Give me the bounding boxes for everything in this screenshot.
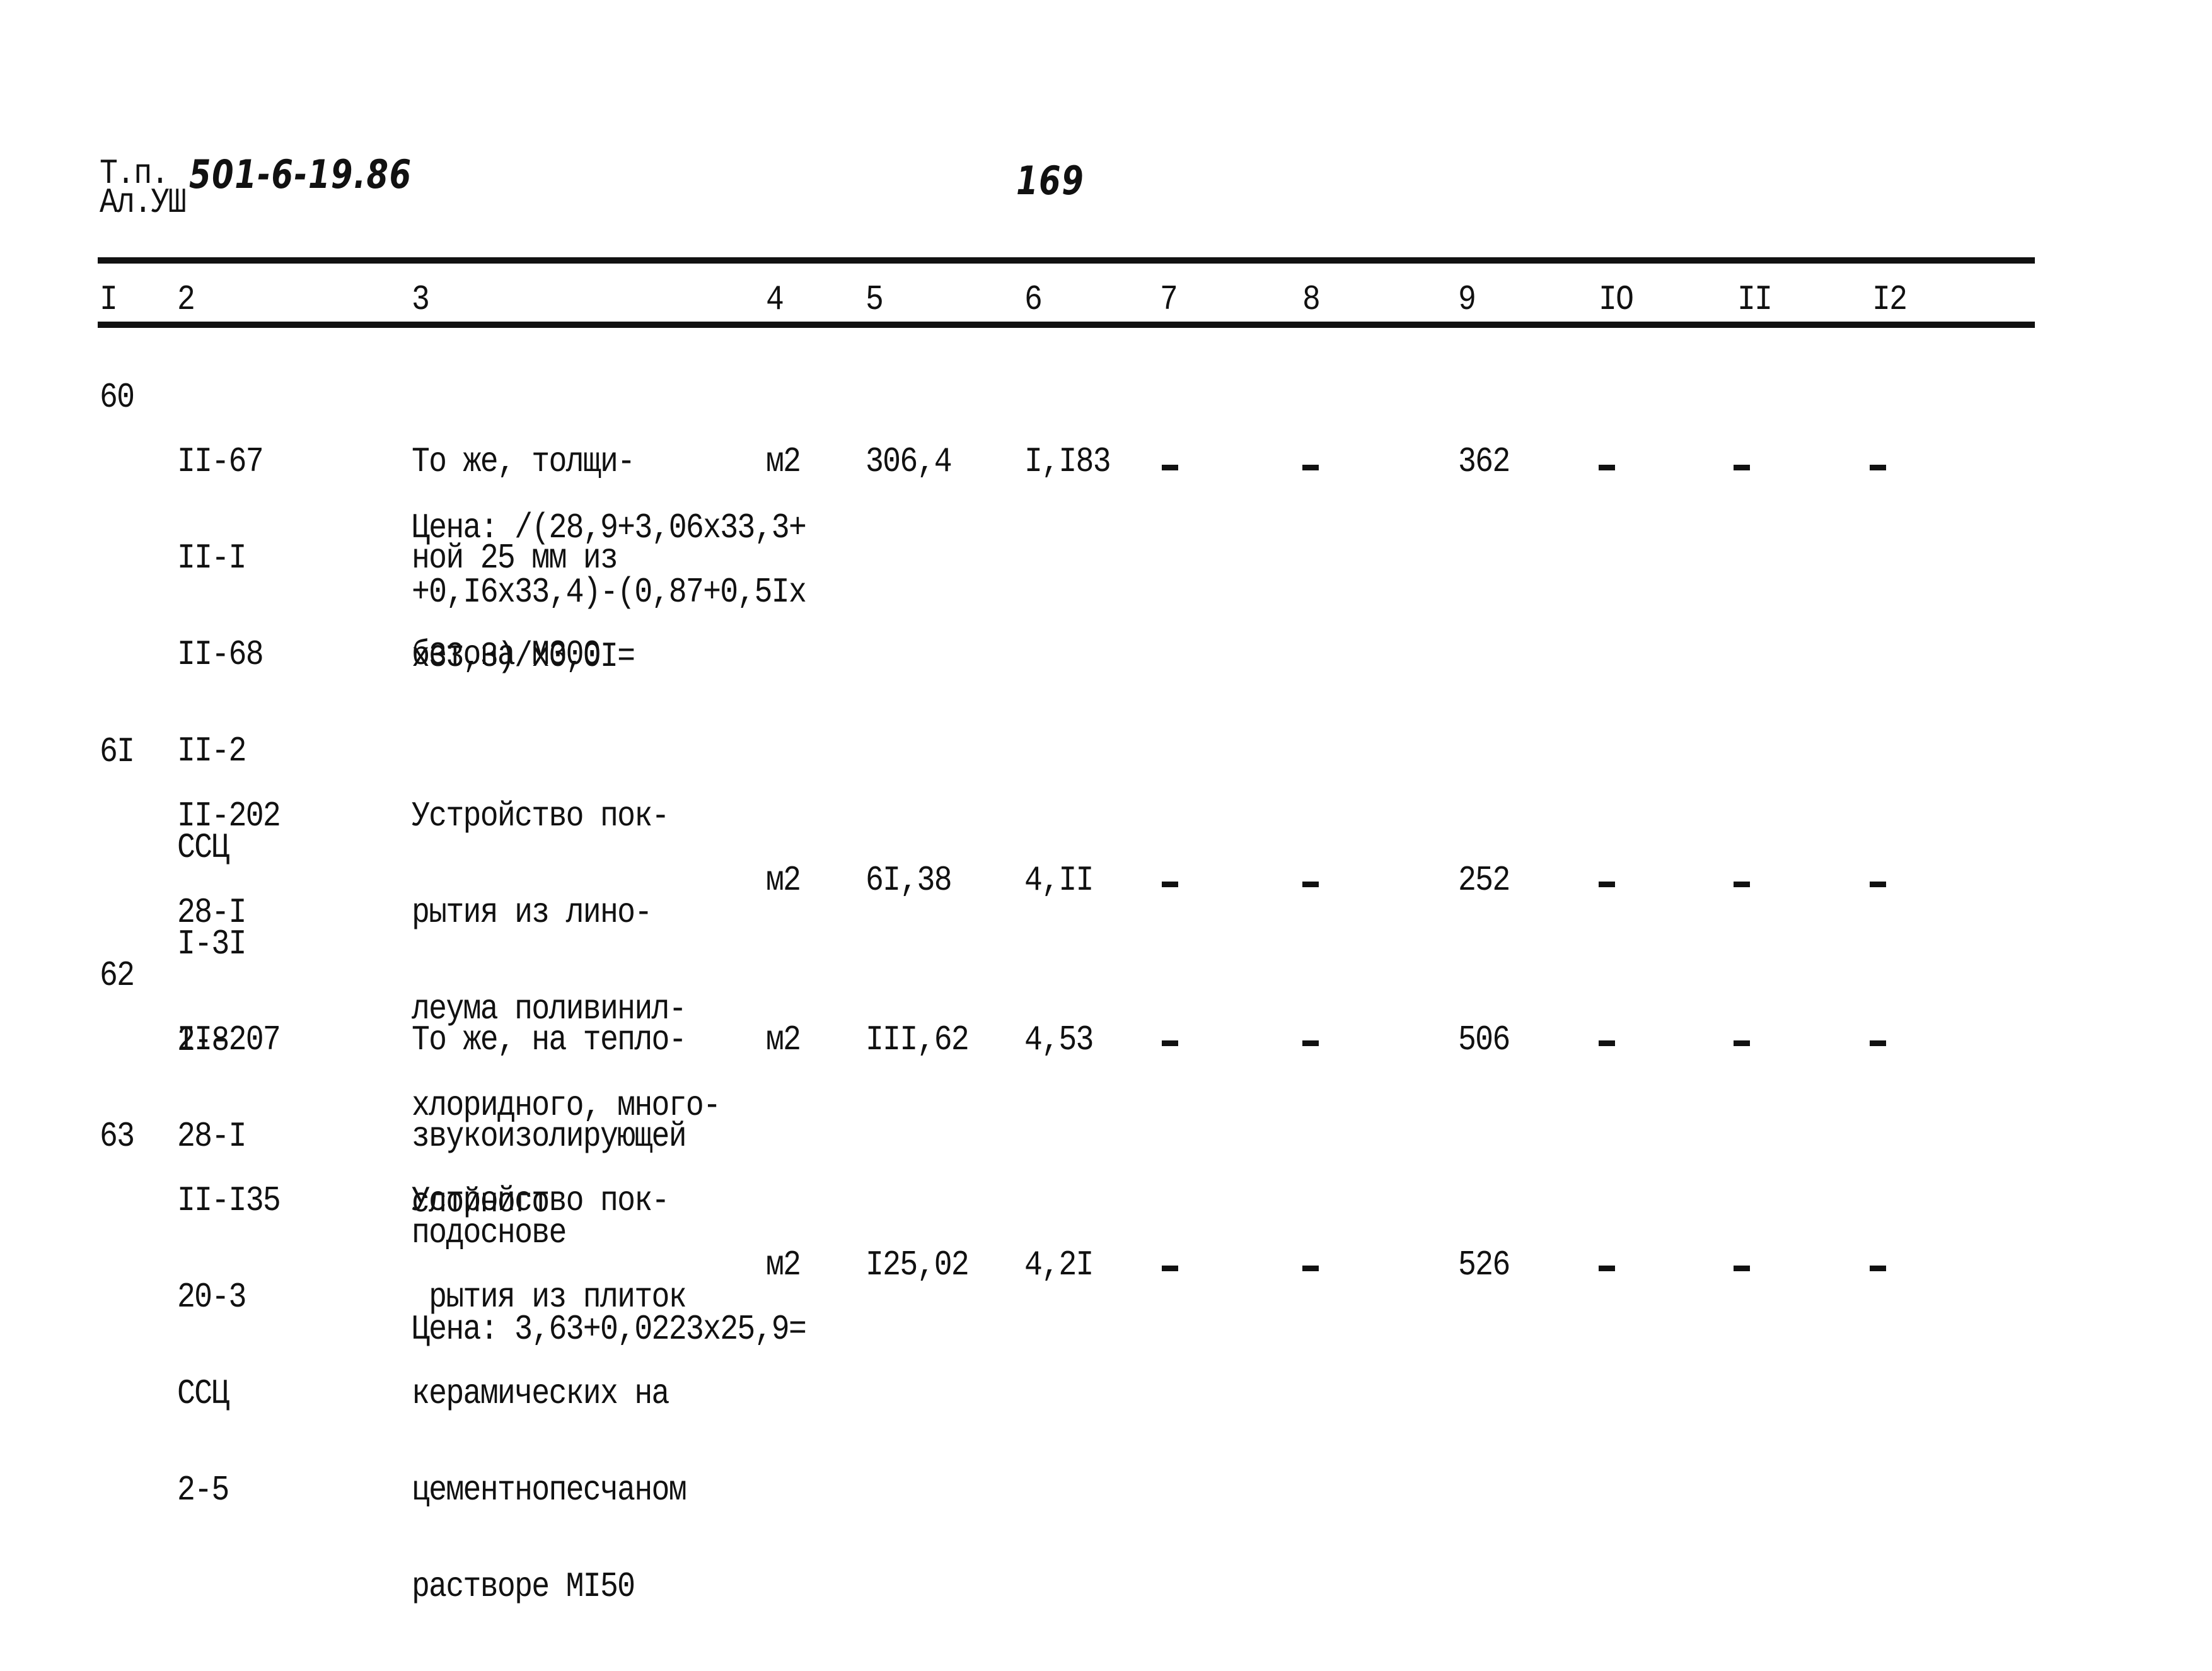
col7-dash <box>1162 1266 1178 1271</box>
price-note: Цена: /(28,9+3,06х33,3+ <box>412 508 807 548</box>
column-header: 2 <box>177 279 195 320</box>
code: 28-I <box>177 892 246 933</box>
quantity: 6I,38 <box>866 860 953 900</box>
column-header: 7 <box>1160 279 1178 320</box>
row-codes: II-202 28-I <box>177 736 281 993</box>
description-line: растворе МI50 <box>412 1566 635 1607</box>
col12-dash <box>1870 465 1886 470</box>
col10-dash <box>1599 1266 1615 1271</box>
code: II-68 <box>177 634 264 675</box>
column-header: 9 <box>1458 279 1476 320</box>
table-top-rule <box>98 257 2035 264</box>
col9-value: 506 <box>1458 1020 1510 1060</box>
row-description: То же, толщи- ной 25 мм из бетона М300 <box>412 381 635 735</box>
row-codes: II-I35 20-3 ССЦ 2-5 <box>177 1121 281 1571</box>
code: 20-3 <box>177 1277 246 1317</box>
code: 2-5 <box>177 1470 229 1510</box>
col10-dash <box>1599 1040 1615 1046</box>
col6-value: 4,II <box>1024 860 1094 900</box>
col12-dash <box>1870 882 1886 887</box>
col12-dash <box>1870 1266 1886 1271</box>
description-line: Устройство пок- <box>412 1180 669 1221</box>
col12-dash <box>1870 1040 1886 1046</box>
description-line: Устройство пок- <box>412 796 669 836</box>
description-line: То же, на тепло- <box>412 1020 687 1060</box>
code: II-I <box>177 538 246 578</box>
price-note: х33,3)/х0,0I= <box>412 636 635 677</box>
unit: м2 <box>766 441 801 482</box>
col7-dash <box>1162 882 1178 887</box>
row-number: 62 <box>100 955 135 996</box>
description-line: рытия из лино- <box>412 892 652 933</box>
code: II-202 <box>177 796 281 836</box>
col8-dash <box>1302 882 1319 887</box>
column-header: I <box>100 279 118 320</box>
col8-dash <box>1302 1040 1319 1046</box>
col7-dash <box>1162 465 1178 470</box>
table-header-bottom-rule <box>98 322 2035 328</box>
description-line: цементнопесчаном <box>412 1470 687 1510</box>
code: II-I35 <box>177 1180 281 1221</box>
col9-value: 362 <box>1458 441 1510 482</box>
column-header: 5 <box>866 279 884 320</box>
quantity: III,62 <box>866 1020 970 1060</box>
column-header: 8 <box>1302 279 1321 320</box>
quantity: I25,02 <box>866 1245 970 1285</box>
row-description: Устройство пок- рытия из плиток керамиче… <box>412 1121 687 1667</box>
quantity: 306,4 <box>866 441 953 482</box>
col9-value: 526 <box>1458 1245 1510 1285</box>
column-header: IO <box>1599 279 1634 320</box>
row-number: 6I <box>100 731 135 772</box>
doc-number: 501-6-19.86 <box>189 151 412 197</box>
album-label: Ал.УШ <box>100 182 187 223</box>
column-header: 6 <box>1024 279 1043 320</box>
col11-dash <box>1734 465 1750 470</box>
col7-dash <box>1162 1040 1178 1046</box>
column-header: 3 <box>412 279 430 320</box>
col11-dash <box>1734 1266 1750 1271</box>
row-number: 60 <box>100 377 135 417</box>
code: II-207 <box>177 1020 281 1060</box>
unit: м2 <box>766 860 801 900</box>
code: II-67 <box>177 441 264 482</box>
col9-value: 252 <box>1458 860 1510 900</box>
column-header: I2 <box>1872 279 1908 320</box>
col6-value: 4,2I <box>1024 1245 1094 1285</box>
col10-dash <box>1599 465 1615 470</box>
col11-dash <box>1734 1040 1750 1046</box>
col11-dash <box>1734 882 1750 887</box>
row-number: 63 <box>100 1116 135 1156</box>
col8-dash <box>1302 465 1319 470</box>
price-note: Цена: 3,63+0,0223х25,9= <box>412 1309 807 1349</box>
code: ССЦ <box>177 1373 229 1414</box>
col10-dash <box>1599 882 1615 887</box>
description-line: То же, толщи- <box>412 441 635 482</box>
unit: м2 <box>766 1245 801 1285</box>
col6-value: I,I83 <box>1024 441 1111 482</box>
price-note: +0,I6х33,4)-(0,87+0,5Iх <box>412 572 807 612</box>
col6-value: 4,53 <box>1024 1020 1094 1060</box>
col8-dash <box>1302 1266 1319 1271</box>
column-header: II <box>1737 279 1773 320</box>
description-line: керамических на <box>412 1373 669 1414</box>
page-number: 169 <box>1016 158 1085 204</box>
column-header: 4 <box>766 279 784 320</box>
unit: м2 <box>766 1020 801 1060</box>
